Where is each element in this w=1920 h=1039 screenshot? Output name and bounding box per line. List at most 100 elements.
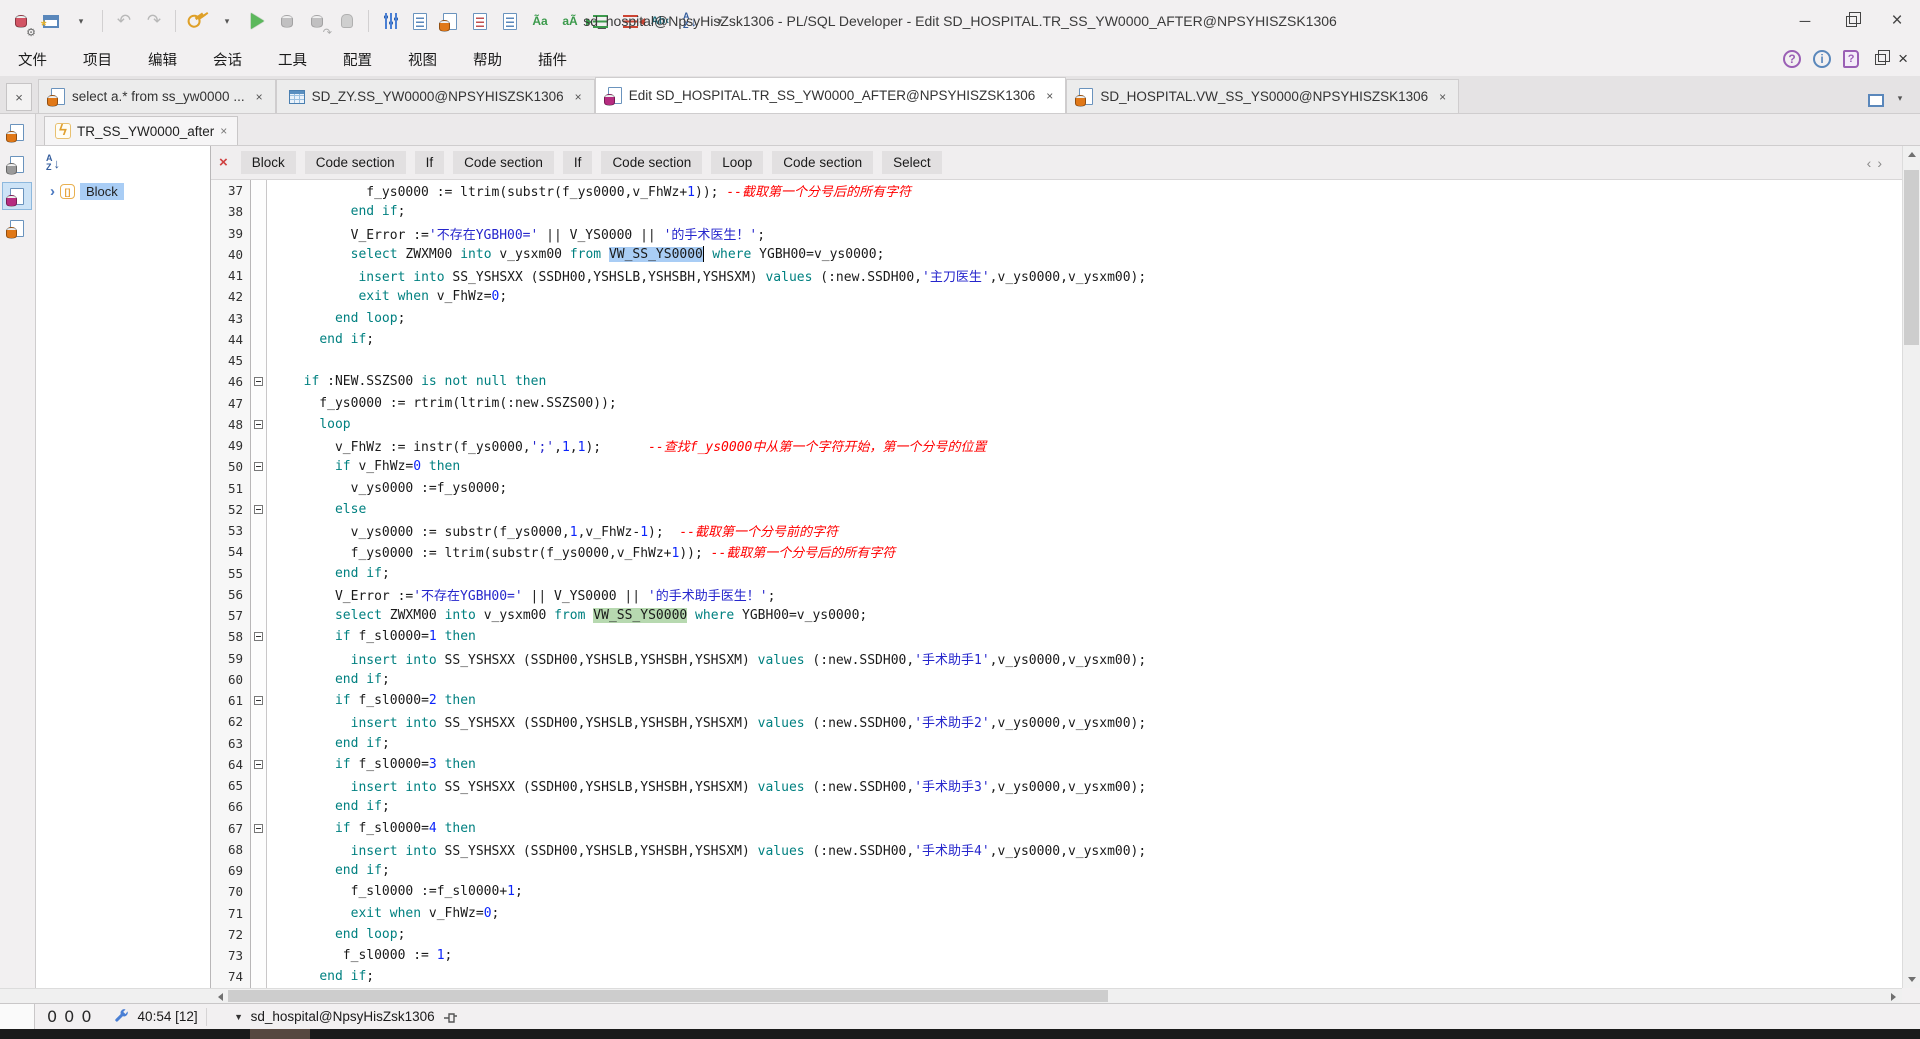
caret-icon[interactable]: ▾ <box>214 7 240 35</box>
code-line[interactable]: 41 insert into SS_YSHSXX (SSDH00,YSHSLB,… <box>211 265 1902 287</box>
report-doc-icon[interactable] <box>407 7 433 35</box>
horizontal-scrollbar[interactable] <box>0 988 1902 1003</box>
pin-icon[interactable] <box>443 1009 459 1025</box>
undo-icon[interactable]: ↶ <box>111 7 137 35</box>
special-chars-icon[interactable]: Ab‹ <box>647 7 673 35</box>
doc-red-icon[interactable] <box>467 7 493 35</box>
scroll-right-button[interactable] <box>1885 989 1902 1004</box>
menu-item-7[interactable]: 帮助 <box>455 49 520 70</box>
code-line[interactable]: 63 end if; <box>211 732 1902 754</box>
tab-close-icon[interactable]: × <box>1439 90 1446 104</box>
menu-item-6[interactable]: 视图 <box>390 49 455 70</box>
code-line[interactable]: 66 end if; <box>211 796 1902 818</box>
unindent-icon[interactable] <box>617 7 645 35</box>
menu-item-8[interactable]: 插件 <box>520 49 585 70</box>
code-line[interactable]: 44 end if; <box>211 328 1902 350</box>
tree-item-block[interactable]: › [] Block <box>36 180 210 203</box>
tab-close-icon[interactable]: × <box>575 90 582 104</box>
document-tab-2[interactable]: Edit SD_HOSPITAL.TR_SS_YW0000_AFTER@NPSY… <box>594 77 1067 113</box>
fold-marker[interactable] <box>251 456 267 478</box>
code-line[interactable]: 56 V_Error :='不存在YGBH00=' || V_YS0000 ||… <box>211 583 1902 605</box>
vertical-scroll-thumb[interactable] <box>1904 170 1919 345</box>
close-window-button[interactable]: × <box>6 83 32 111</box>
sql-doc-icon[interactable] <box>437 7 463 35</box>
code-line[interactable]: 46 if :NEW.SSZS00 is not null then <box>211 371 1902 393</box>
code-line[interactable]: 42 exit when v_FhWz=0; <box>211 286 1902 308</box>
fold-marker[interactable] <box>251 498 267 520</box>
connection-dropdown-icon[interactable]: ▼ <box>233 1012 245 1022</box>
break-icon[interactable] <box>334 7 360 35</box>
code-line[interactable]: 47 f_ys0000 := rtrim(ltrim(:new.SSZS00))… <box>211 392 1902 414</box>
doc-blue-icon[interactable] <box>497 7 523 35</box>
sub-tab-close-icon[interactable]: × <box>220 124 227 138</box>
run-icon[interactable] <box>244 7 270 35</box>
horizontal-scroll-thumb[interactable] <box>228 990 1108 1002</box>
caret-icon[interactable]: ▾ <box>68 7 94 35</box>
tab-close-icon[interactable]: × <box>256 90 263 104</box>
new-window-icon[interactable]: * <box>38 7 64 35</box>
breadcrumb-code-section-3[interactable]: Code section <box>453 151 554 174</box>
indent-icon[interactable] <box>585 7 613 35</box>
code-line[interactable]: 38 end if; <box>211 201 1902 223</box>
tab-close-icon[interactable]: × <box>1046 89 1053 103</box>
key-icon[interactable] <box>184 7 210 35</box>
uppercase-icon[interactable]: aÃ <box>557 7 583 35</box>
fold-marker[interactable] <box>251 817 267 839</box>
code-line[interactable]: 59 insert into SS_YSHSXX (SSDH00,YSHSLB,… <box>211 647 1902 669</box>
code-line[interactable]: 73 f_sl0000 := 1; <box>211 945 1902 967</box>
code-line[interactable]: 69 end if; <box>211 860 1902 882</box>
code-line[interactable]: 71 exit when v_FhWz=0; <box>211 902 1902 924</box>
redo-icon[interactable]: ↷ <box>141 7 167 35</box>
tab-tr-ss-yw0000-after[interactable]: ϟ TR_SS_YW0000_after × <box>44 116 239 145</box>
rollback-icon[interactable]: ↷ <box>304 7 332 39</box>
scroll-down-button[interactable] <box>1903 971 1920 988</box>
code-line[interactable]: 55 end if; <box>211 562 1902 584</box>
mdi-restore-icon[interactable] <box>1875 49 1891 65</box>
mdi-close-icon[interactable]: × <box>1898 49 1908 69</box>
breadcrumb-loop-6[interactable]: Loop <box>711 151 764 174</box>
breadcrumb-code-section-5[interactable]: Code section <box>601 151 703 174</box>
breadcrumb-select-8[interactable]: Select <box>882 151 942 174</box>
document-tab-1[interactable]: SD_ZY.SS_YW0000@NPSYHISZSK1306 × <box>275 79 595 113</box>
code-line[interactable]: 51 v_ys0000 :=f_ys0000; <box>211 477 1902 499</box>
restore-button[interactable] <box>1828 0 1874 42</box>
menu-item-5[interactable]: 配置 <box>325 49 390 70</box>
code-line[interactable]: 67 if f_sl0000=4 then <box>211 817 1902 839</box>
sort-az-icon[interactable]: A Z ↓ <box>677 7 703 35</box>
fold-marker[interactable] <box>251 690 267 712</box>
sql-window-icon[interactable] <box>2 118 32 146</box>
command-window-icon[interactable] <box>2 150 32 178</box>
lowercase-icon[interactable]: Ãa <box>527 7 553 35</box>
breadcrumb-block-0[interactable]: Block <box>240 151 296 174</box>
connection-indicator[interactable]: sd_hospital@NpsyHisZsk1306 <box>251 1009 459 1025</box>
minimize-button[interactable]: ─ <box>1782 0 1828 42</box>
fold-marker[interactable] <box>251 413 267 435</box>
window-list-icon[interactable] <box>1864 89 1884 107</box>
fold-marker[interactable] <box>251 753 267 775</box>
code-line[interactable]: 54 f_ys0000 := ltrim(substr(f_ys0000,v_F… <box>211 541 1902 563</box>
help-icon[interactable]: ? <box>1783 50 1802 68</box>
breadcrumb-if-2[interactable]: If <box>414 151 445 174</box>
code-line[interactable]: 61 if f_sl0000=2 then <box>211 690 1902 712</box>
code-line[interactable]: 74 end if; <box>211 966 1902 988</box>
code-line[interactable]: 50 if v_FhWz=0 then <box>211 456 1902 478</box>
code-line[interactable]: 45 <box>211 350 1902 372</box>
code-line[interactable]: 68 insert into SS_YSHSXX (SSDH00,YSHSLB,… <box>211 838 1902 860</box>
code-line[interactable]: 52 else <box>211 498 1902 520</box>
menu-item-2[interactable]: 编辑 <box>130 49 195 70</box>
code-line[interactable]: 49 v_FhWz := instr(f_ys0000,';',1,1); --… <box>211 435 1902 457</box>
breadcrumb-code-section-7[interactable]: Code section <box>772 151 874 174</box>
breadcrumb-nav-arrows[interactable]: ‹› <box>1867 155 1888 171</box>
code-line[interactable]: 37 f_ys0000 := ltrim(substr(f_ys0000,v_F… <box>211 180 1902 202</box>
scroll-left-button[interactable] <box>212 989 229 1004</box>
code-line[interactable]: 70 f_sl0000 :=f_sl0000+1; <box>211 881 1902 903</box>
code-line[interactable]: 72 end loop; <box>211 923 1902 945</box>
close-structure-icon[interactable]: × <box>219 154 228 171</box>
manual-icon[interactable]: ? <box>1843 50 1860 68</box>
code-line[interactable]: 39 V_Error :='不存在YGBH00=' || V_YS0000 ||… <box>211 222 1902 244</box>
code-line[interactable]: 48 loop <box>211 413 1902 435</box>
view-window-icon[interactable] <box>2 214 32 242</box>
code-line[interactable]: 53 v_ys0000 := substr(f_ys0000,1,v_FhWz-… <box>211 520 1902 542</box>
code-area[interactable]: 37 f_ys0000 := ltrim(substr(f_ys0000,v_F… <box>211 180 1902 988</box>
fold-marker[interactable] <box>251 371 267 393</box>
